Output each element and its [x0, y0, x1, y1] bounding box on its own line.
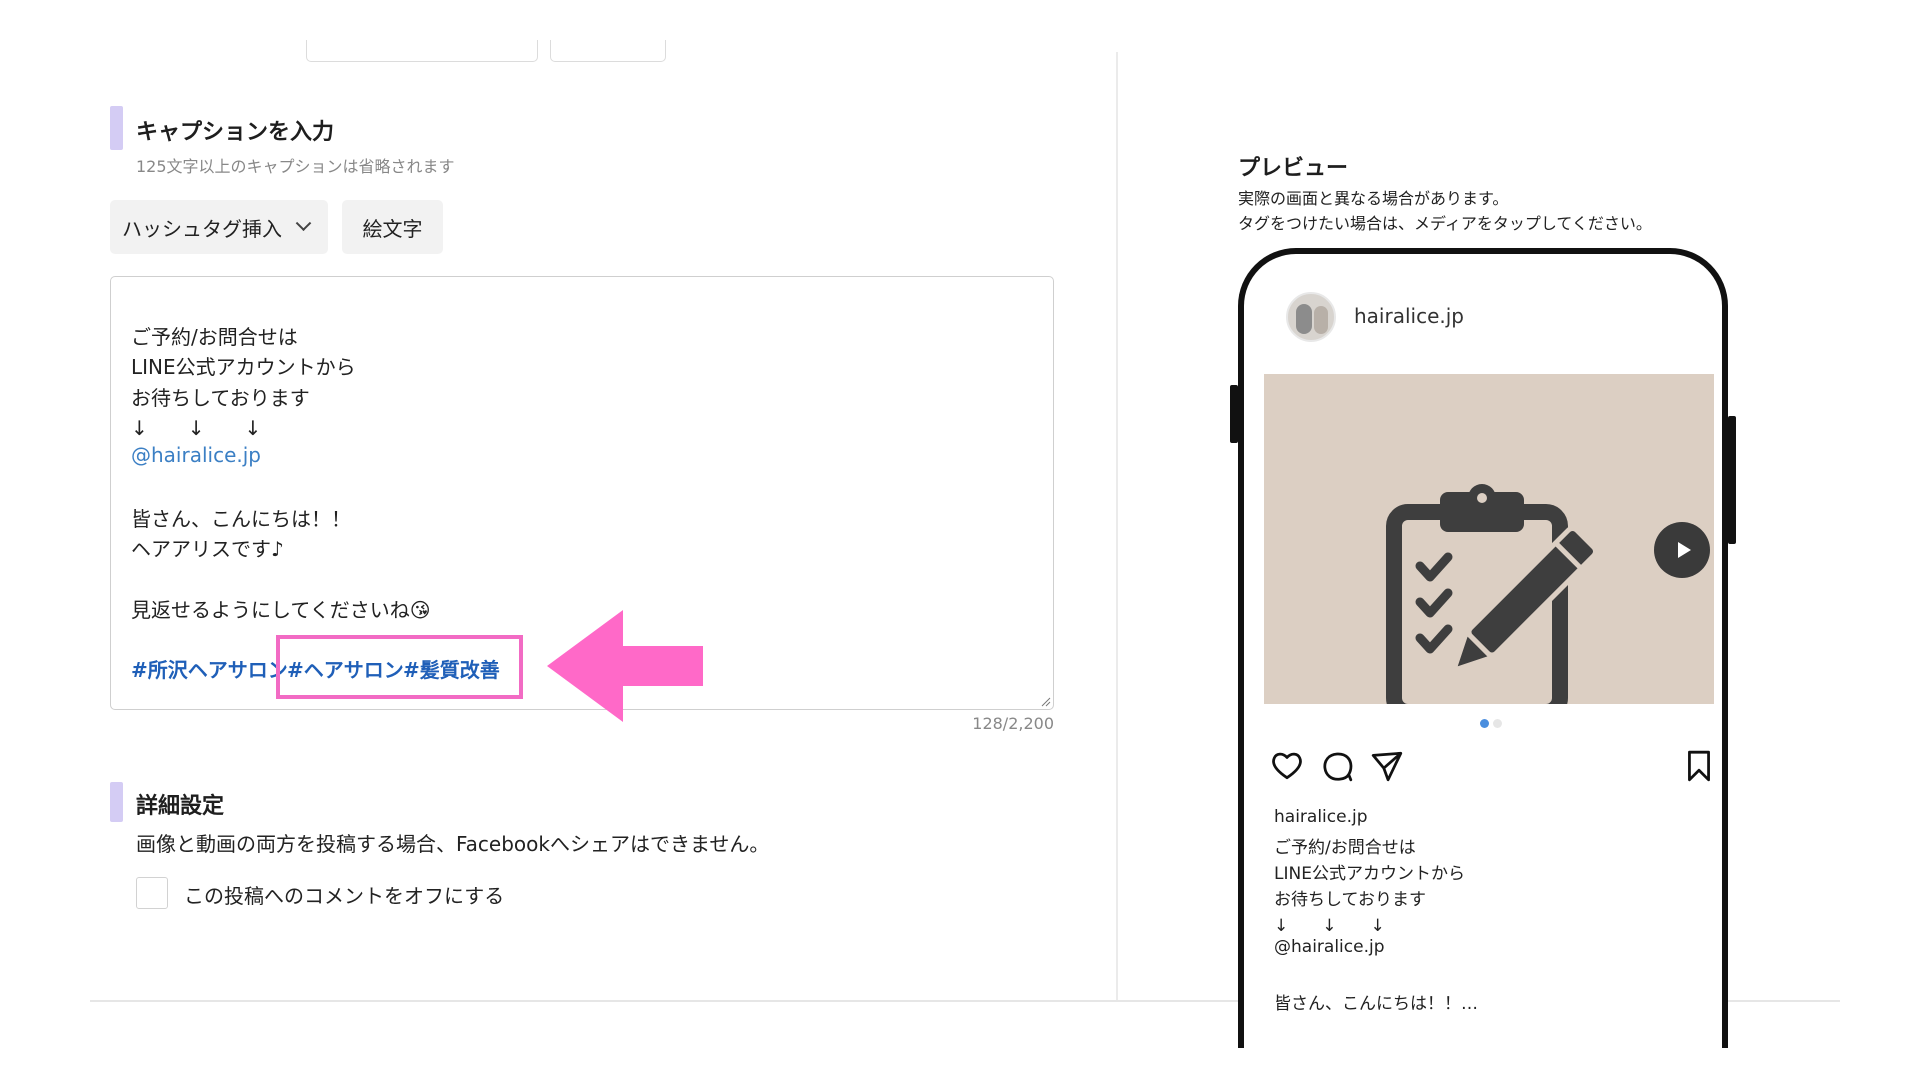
- post-caption-username: hairalice.jp: [1274, 807, 1368, 827]
- caption-line: ↓ ↓ ↓: [131, 416, 262, 440]
- post-caption-line: 皆さん、こんにちは！！…: [1274, 994, 1478, 1014]
- bookmark-icon[interactable]: [1682, 749, 1716, 783]
- clipboard-pen-icon: [1386, 484, 1599, 720]
- carousel-dots: [1480, 719, 1502, 728]
- hashtag-insert-button[interactable]: ハッシュタグ挿入: [110, 200, 328, 254]
- caption-line: 皆さん、こんにちは！！: [131, 507, 351, 531]
- caption-line: ヘアアリスです♪: [131, 537, 284, 561]
- hashtag-insert-label: ハッシュタグ挿入: [122, 216, 282, 241]
- detail-section-title: 詳細設定: [136, 794, 225, 819]
- emoji-button[interactable]: 絵文字: [342, 200, 443, 254]
- caption-line: お待ちしております: [131, 386, 310, 410]
- comment-off-checkbox[interactable]: [136, 877, 168, 909]
- preview-username: hairalice.jp: [1354, 304, 1464, 328]
- detail-section-accent: [110, 782, 123, 822]
- chevron-down-icon: [295, 214, 312, 231]
- send-icon[interactable]: [1370, 749, 1404, 783]
- carousel-dot: [1493, 719, 1502, 728]
- avatar: [1286, 292, 1336, 342]
- caption-line: 見返せるようにしてくださいね😘: [131, 598, 431, 622]
- play-icon[interactable]: [1654, 522, 1710, 578]
- comment-icon[interactable]: [1320, 749, 1354, 783]
- hashtag-tokorozawa[interactable]: #所沢ヘアサロン: [131, 654, 288, 683]
- character-counter: 128/2,200: [972, 714, 1054, 733]
- top-field-stub[interactable]: [306, 40, 538, 62]
- carousel-dot-active: [1480, 719, 1489, 728]
- preview-note-1: 実際の画面と異なる場合があります。: [1238, 189, 1509, 208]
- arrow-left-icon: [547, 610, 703, 722]
- detail-section-note: 画像と動画の両方を投稿する場合、Facebookへシェアはできません。: [136, 832, 770, 856]
- top-button-stub[interactable]: [550, 40, 666, 62]
- post-media[interactable]: [1264, 374, 1714, 720]
- preview-title: プレビュー: [1238, 156, 1349, 181]
- caption-section-subtitle: 125文字以上のキャプションは省略されます: [136, 157, 455, 176]
- heart-icon[interactable]: [1270, 749, 1304, 783]
- caption-line: ご予約/お問合せは: [131, 325, 298, 349]
- post-caption-line: ご予約/お問合せは: [1274, 838, 1416, 858]
- column-divider: [1116, 52, 1118, 1002]
- phone-preview-frame: hairalice.jp hairalice.jp ご予約/お問合せは LINE…: [1238, 248, 1728, 1048]
- post-caption-line: お待ちしております: [1274, 890, 1426, 910]
- caption-section-accent: [110, 106, 123, 150]
- caption-line: LINE公式アカウントから: [131, 355, 356, 379]
- caption-mention-link[interactable]: @hairalice.jp: [131, 443, 261, 467]
- phone-side-button-right: [1728, 416, 1736, 544]
- post-caption-mention: @hairalice.jp: [1274, 937, 1385, 957]
- hashtag-highlight-box: [276, 635, 523, 699]
- comment-off-label: この投稿へのコメントをオフにする: [184, 884, 505, 908]
- emoji-button-label: 絵文字: [362, 216, 423, 241]
- post-caption-line: LINE公式アカウントから: [1274, 864, 1465, 884]
- caption-section-title: キャプションを入力: [136, 120, 335, 145]
- preview-note-2: タグをつけたい場合は、メディアをタップしてください。: [1238, 214, 1652, 233]
- resize-handle-icon[interactable]: [1039, 695, 1051, 707]
- phone-side-button-left: [1230, 385, 1238, 443]
- post-caption-line: ↓ ↓ ↓: [1274, 916, 1385, 936]
